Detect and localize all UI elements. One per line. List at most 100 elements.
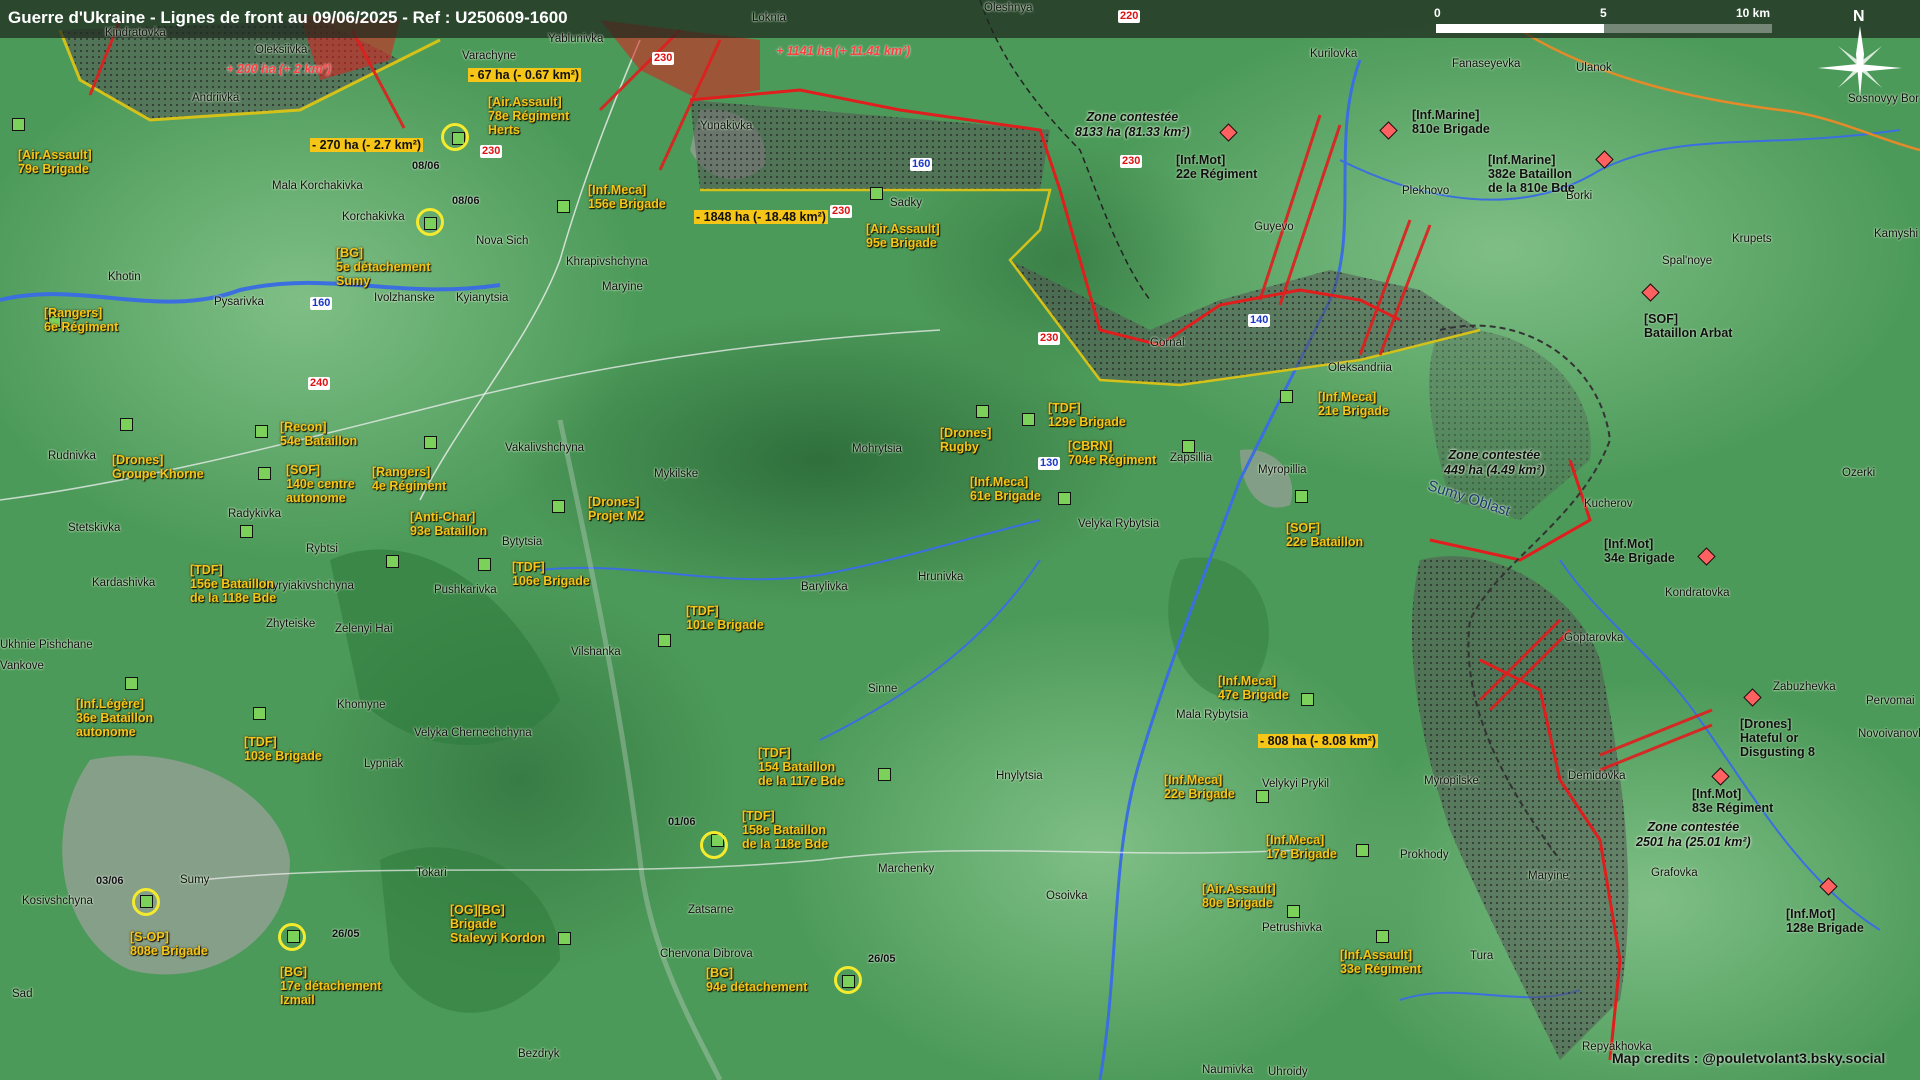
scale-label: 5 xyxy=(1600,6,1607,20)
russian-unit-label[interactable]: [Inf.Mot] 34e Brigade xyxy=(1604,537,1675,565)
ukrainian-unit-icon[interactable] xyxy=(1182,440,1195,453)
ukrainian-unit-label[interactable]: [OG][BG] Brigade Stalevyi Kordon xyxy=(450,903,545,945)
unit-label-line: 95e Brigade xyxy=(866,236,937,250)
ukrainian-unit-label[interactable]: [SOF] 22e Bataillon xyxy=(1286,521,1363,549)
ukrainian-unit-icon[interactable] xyxy=(1376,930,1389,943)
ukrainian-unit-icon[interactable] xyxy=(557,200,570,213)
ukrainian-unit-label[interactable]: [TDF] 101e Brigade xyxy=(686,604,764,632)
ukrainian-unit-icon[interactable] xyxy=(1058,492,1071,505)
ukrainian-unit-label[interactable]: [S-OP] 808e Brigade xyxy=(130,930,208,958)
ukrainian-unit-label[interactable]: [BG] 5e détachement Sumy xyxy=(336,246,430,288)
ukrainian-unit-label[interactable]: [Rangers] 4e Régiment xyxy=(372,465,446,493)
ukrainian-unit-icon[interactable] xyxy=(1256,790,1269,803)
ukrainian-unit-icon[interactable] xyxy=(12,118,25,131)
ukrainian-unit-icon[interactable] xyxy=(386,555,399,568)
place-label: Velyka Chernechchyna xyxy=(414,727,532,739)
ukrainian-unit-label[interactable]: [Recon] 54e Bataillon xyxy=(280,420,357,448)
ukrainian-unit-icon[interactable] xyxy=(253,707,266,720)
ukrainian-unit-icon[interactable] xyxy=(240,525,253,538)
unit-label-line: 54e Bataillon xyxy=(280,434,358,448)
ukrainian-unit-label[interactable]: [Inf.Assault] 33e Régiment xyxy=(1340,948,1421,976)
place-label: Fanaseyevka xyxy=(1452,58,1521,70)
unit-label-line: 22e Bataillon xyxy=(1286,535,1364,549)
ukrainian-unit-icon[interactable] xyxy=(125,677,138,690)
unit-label-line: 101e Brigade xyxy=(686,618,764,632)
ukrainian-unit-label[interactable]: [SOF] 140e centre autonome xyxy=(286,463,355,505)
ukrainian-unit-label[interactable]: [BG] 94e détachement xyxy=(706,966,807,994)
place-label: Ulanok xyxy=(1576,62,1612,74)
zone-label-line: 8133 ha (81.33 km²) xyxy=(1075,125,1190,139)
ukrainian-unit-label[interactable]: [TDF] 156e Bataillon de la 118e Bde xyxy=(190,563,276,605)
ukrainian-unit-label[interactable]: [Inf.Meca] 61e Brigade xyxy=(970,475,1041,503)
ukrainian-unit-label[interactable]: [Air.Assault] 95e Brigade xyxy=(866,222,940,250)
ukrainian-unit-icon[interactable] xyxy=(1356,844,1369,857)
place-label: Velykyi Prykil xyxy=(1262,778,1330,790)
place-label: Mala Rybytsia xyxy=(1176,709,1249,721)
russian-unit-label[interactable]: [Drones] Hateful or Disgusting 8 xyxy=(1740,717,1815,759)
place-label: Hnylytsia xyxy=(996,770,1043,782)
place-label: Pysarivka xyxy=(214,296,264,308)
ukrainian-unit-icon[interactable] xyxy=(1295,490,1308,503)
ukrainian-unit-icon[interactable] xyxy=(478,558,491,571)
map-view[interactable]: Guerre d'Ukraine - Lignes de front au 09… xyxy=(0,0,1920,1080)
ukrainian-unit-icon[interactable] xyxy=(558,932,571,945)
ukrainian-unit-icon[interactable] xyxy=(1301,693,1314,706)
ukrainian-unit-label[interactable]: [Drones] Projet M2 xyxy=(588,495,644,523)
unit-label-line: [BG] xyxy=(280,965,308,979)
ukrainian-unit-label[interactable]: [Anti-Char] 93e Bataillon xyxy=(410,510,487,538)
ukrainian-unit-label[interactable]: [Air.Assault] 79e Brigade xyxy=(18,148,92,176)
zone-label-line: Zone contestée xyxy=(1647,820,1740,834)
ukrainian-unit-label[interactable]: [Inf.Meca] 22e Brigade xyxy=(1164,773,1235,801)
ukrainian-unit-label[interactable]: [TDF] 154 Bataillon de la 117e Bde xyxy=(758,746,844,788)
russian-unit-label[interactable]: [SOF] Bataillon Arbat xyxy=(1644,312,1732,340)
ukrainian-unit-icon[interactable] xyxy=(658,634,671,647)
unit-label-line: [Drones] xyxy=(1740,717,1792,731)
ukrainian-unit-icon[interactable] xyxy=(552,500,565,513)
ukrainian-unit-icon[interactable] xyxy=(870,187,883,200)
ukrainian-unit-icon[interactable] xyxy=(976,405,989,418)
ukrainian-unit-label[interactable]: [BG] 17e détachement Izmail xyxy=(280,965,381,1007)
date-label: 08/06 xyxy=(452,195,480,207)
ukrainian-unit-label[interactable]: [Rangers] 6e Régiment xyxy=(44,306,118,334)
russian-unit-label[interactable]: [Inf.Marine] 810e Brigade xyxy=(1412,108,1490,136)
ukrainian-unit-icon[interactable] xyxy=(255,425,268,438)
ukrainian-unit-label[interactable]: [TDF] 129e Brigade xyxy=(1048,401,1126,429)
unit-label-line: Disgusting 8 xyxy=(1740,745,1816,759)
ukrainian-unit-icon[interactable] xyxy=(258,467,271,480)
unit-label-line: [Inf.Marine] xyxy=(1412,108,1480,122)
ukrainian-unit-icon[interactable] xyxy=(1287,905,1300,918)
russian-unit-label[interactable]: [Inf.Mot] 128e Brigade xyxy=(1786,907,1864,935)
unit-label-line: Rugby xyxy=(940,440,979,454)
ukrainian-unit-icon[interactable] xyxy=(878,768,891,781)
ukrainian-unit-label[interactable]: [Air.Assault] 78e Régiment Herts xyxy=(488,95,569,137)
place-label: Vilshanka xyxy=(571,646,621,658)
place-label: Stetskivka xyxy=(68,522,121,534)
ukrainian-unit-label[interactable]: [Inf.Légère] 36e Bataillon autonome xyxy=(76,697,153,739)
ukrainian-unit-label[interactable]: [Inf.Meca] 156e Brigade xyxy=(588,183,666,211)
ukrainian-unit-label[interactable]: [Drones] Rugby xyxy=(940,426,991,454)
ukrainian-unit-label[interactable]: [Air.Assault] 80e Brigade xyxy=(1202,882,1276,910)
ukrainian-unit-icon[interactable] xyxy=(120,418,133,431)
unit-label-line: [BG] xyxy=(706,966,734,980)
russian-unit-label[interactable]: [Inf.Mot] 83e Régiment xyxy=(1692,787,1773,815)
ukrainian-unit-icon[interactable] xyxy=(1280,390,1293,403)
russian-unit-label[interactable]: [Inf.Mot] 22e Régiment xyxy=(1176,153,1257,181)
ukrainian-unit-label[interactable]: [Inf.Meca] 47e Brigade xyxy=(1218,674,1289,702)
place-label: Nova Sich xyxy=(476,235,529,247)
unit-label-line: 36e Bataillon xyxy=(76,711,154,725)
unit-label-line: [Air.Assault] xyxy=(18,148,92,162)
place-label: Marchenky xyxy=(878,863,935,875)
unit-label-line: Bataillon Arbat xyxy=(1644,326,1733,340)
ukrainian-unit-label[interactable]: [Inf.Meca] 21e Brigade xyxy=(1318,390,1389,418)
ukrainian-unit-icon[interactable] xyxy=(424,436,437,449)
russian-unit-label[interactable]: [Inf.Marine] 382e Bataillon de la 810e Bde xyxy=(1488,153,1575,195)
ukrainian-unit-icon[interactable] xyxy=(1022,413,1035,426)
ukrainian-unit-label[interactable]: [TDF] 103e Brigade xyxy=(244,735,322,763)
ukrainian-unit-label[interactable]: [TDF] 106e Brigade xyxy=(512,560,590,588)
ukrainian-unit-label[interactable]: [Inf.Meca] 17e Brigade xyxy=(1266,833,1337,861)
ukrainian-unit-label[interactable]: [TDF] 158e Bataillon de la 118e Bde xyxy=(742,809,828,851)
unit-label-line: 22e Régiment xyxy=(1176,167,1258,181)
ukrainian-unit-label[interactable]: [Drones] Groupe Khorne xyxy=(112,453,204,481)
place-label: Kosivshchyna xyxy=(22,895,93,907)
ukrainian-unit-label[interactable]: [CBRN] 704e Régiment xyxy=(1068,439,1156,467)
